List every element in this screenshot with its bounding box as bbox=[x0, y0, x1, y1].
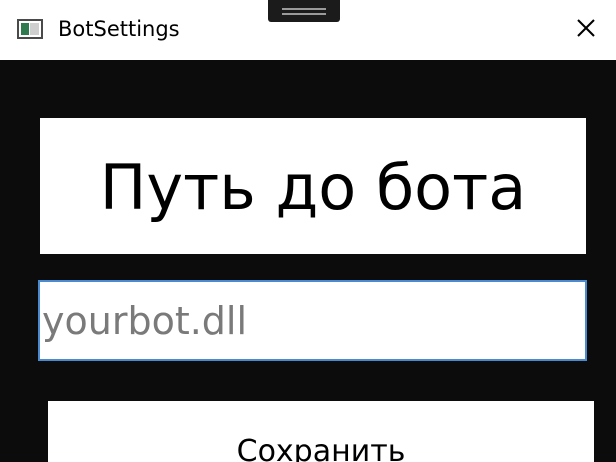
close-icon bbox=[577, 19, 595, 37]
grip-line bbox=[282, 13, 326, 15]
app-icon-pane-right bbox=[30, 23, 39, 35]
window-title: BotSettings bbox=[58, 17, 180, 41]
grip-line bbox=[282, 8, 326, 10]
bot-path-heading: Путь до бота bbox=[99, 151, 527, 224]
window-app-icon bbox=[17, 19, 43, 39]
bot-settings-window: BotSettings Путь до бота Сохранить bbox=[0, 0, 616, 462]
bot-path-input[interactable] bbox=[38, 280, 587, 361]
save-button[interactable]: Сохранить bbox=[48, 401, 594, 462]
drag-grip-icon[interactable] bbox=[268, 0, 340, 22]
close-button[interactable] bbox=[570, 12, 602, 44]
app-icon-pane-left bbox=[21, 23, 29, 35]
header-panel: Путь до бота bbox=[40, 118, 586, 254]
